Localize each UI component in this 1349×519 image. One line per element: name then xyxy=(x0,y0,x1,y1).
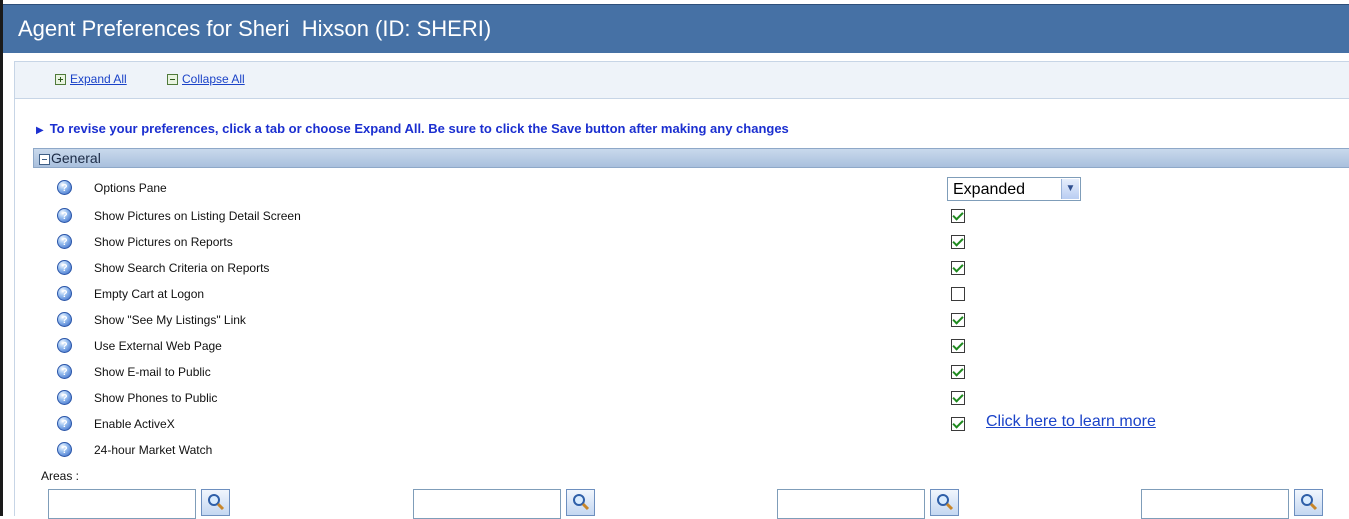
email-public-checkbox[interactable] xyxy=(951,365,965,379)
areas-label: Areas : xyxy=(41,469,80,483)
pref-label: Empty Cart at Logon xyxy=(94,287,205,301)
pref-label: Show Phones to Public xyxy=(94,391,218,405)
pref-row-pictures-reports: ? Show Pictures on Reports xyxy=(0,234,1349,260)
area-input-3[interactable] xyxy=(777,489,925,519)
pref-label: Show Search Criteria on Reports xyxy=(94,261,270,275)
external-web-page-checkbox[interactable] xyxy=(951,339,965,353)
collapse-all-link[interactable]: Collapse All xyxy=(167,72,245,86)
pref-row-options-pane: ? Options Pane Expanded ▼ xyxy=(0,177,1349,206)
phones-public-checkbox[interactable] xyxy=(951,391,965,405)
help-icon[interactable]: ? xyxy=(57,338,72,353)
magnifier-icon xyxy=(1301,494,1318,511)
pref-row-activex: ? Enable ActiveX Click here to learn mor… xyxy=(0,413,1349,442)
area-input-4[interactable] xyxy=(1141,489,1289,519)
help-icon[interactable]: ? xyxy=(57,234,72,249)
magnifier-icon xyxy=(208,494,225,511)
page-title: Agent Preferences for Sheri Hixson (ID: … xyxy=(18,16,492,41)
help-icon[interactable]: ? xyxy=(57,208,72,223)
title-bar: Agent Preferences for Sheri Hixson (ID: … xyxy=(3,4,1349,53)
plus-box-icon xyxy=(55,73,66,85)
options-pane-value: Expanded xyxy=(953,181,1026,198)
pictures-reports-checkbox[interactable] xyxy=(951,235,965,249)
help-icon[interactable]: ? xyxy=(57,312,72,327)
pref-label: Show "See My Listings" Link xyxy=(94,313,246,327)
pref-label: Show E-mail to Public xyxy=(94,365,211,379)
minus-box-icon xyxy=(167,73,178,85)
collapse-all-label: Collapse All xyxy=(182,72,245,86)
area-search-button-3[interactable] xyxy=(930,489,959,516)
pictures-detail-checkbox[interactable] xyxy=(951,209,965,223)
empty-cart-checkbox[interactable] xyxy=(951,287,965,301)
minus-box-icon[interactable] xyxy=(39,154,50,165)
magnifier-icon xyxy=(573,494,590,511)
search-criteria-checkbox[interactable] xyxy=(951,261,965,275)
pref-label: Enable ActiveX xyxy=(94,417,175,431)
area-input-1[interactable] xyxy=(48,489,196,519)
pref-label: 24-hour Market Watch xyxy=(94,443,213,457)
expand-all-link[interactable]: Expand All xyxy=(55,72,127,86)
area-search-button-4[interactable] xyxy=(1294,489,1323,516)
help-icon[interactable]: ? xyxy=(57,286,72,301)
magnifier-icon xyxy=(937,494,954,511)
pref-label: Show Pictures on Listing Detail Screen xyxy=(94,209,301,223)
section-title: General xyxy=(51,150,101,166)
pref-label: Use External Web Page xyxy=(94,339,222,353)
pref-row-see-my-listings: ? Show "See My Listings" Link xyxy=(0,312,1349,338)
pref-row-market-watch: ? 24-hour Market Watch xyxy=(0,442,1349,468)
see-my-listings-checkbox[interactable] xyxy=(951,313,965,327)
pref-label: Show Pictures on Reports xyxy=(94,235,233,249)
instruction-message: To revise your preferences, click a tab … xyxy=(49,121,789,136)
section-header-general[interactable]: General xyxy=(33,148,1349,168)
help-icon[interactable]: ? xyxy=(57,364,72,379)
area-search-button-1[interactable] xyxy=(201,489,230,516)
area-search-button-2[interactable] xyxy=(566,489,595,516)
chevron-down-icon[interactable]: ▼ xyxy=(1061,179,1079,199)
help-icon[interactable]: ? xyxy=(57,442,72,457)
expand-all-label: Expand All xyxy=(70,72,127,86)
expand-collapse-toolbar: Expand All Collapse All xyxy=(14,61,1349,99)
options-pane-select[interactable]: Expanded ▼ xyxy=(947,177,1081,201)
instruction-text: ▶ To revise your preferences, click a tab… xyxy=(36,121,789,136)
help-icon[interactable]: ? xyxy=(57,260,72,275)
pref-row-email-public: ? Show E-mail to Public xyxy=(0,364,1349,390)
help-icon[interactable]: ? xyxy=(57,180,72,195)
pref-label: Options Pane xyxy=(94,181,167,195)
area-input-2[interactable] xyxy=(413,489,561,519)
arrow-right-icon: ▶ xyxy=(36,125,44,136)
pref-row-search-criteria: ? Show Search Criteria on Reports xyxy=(0,260,1349,286)
pref-row-pictures-detail: ? Show Pictures on Listing Detail Screen xyxy=(0,208,1349,234)
help-icon[interactable]: ? xyxy=(57,416,72,431)
help-icon[interactable]: ? xyxy=(57,390,72,405)
learn-more-link[interactable]: Click here to learn more xyxy=(986,413,1156,431)
activex-checkbox[interactable] xyxy=(951,417,965,431)
pref-row-empty-cart: ? Empty Cart at Logon xyxy=(0,286,1349,312)
pref-row-external-web-page: ? Use External Web Page xyxy=(0,338,1349,364)
